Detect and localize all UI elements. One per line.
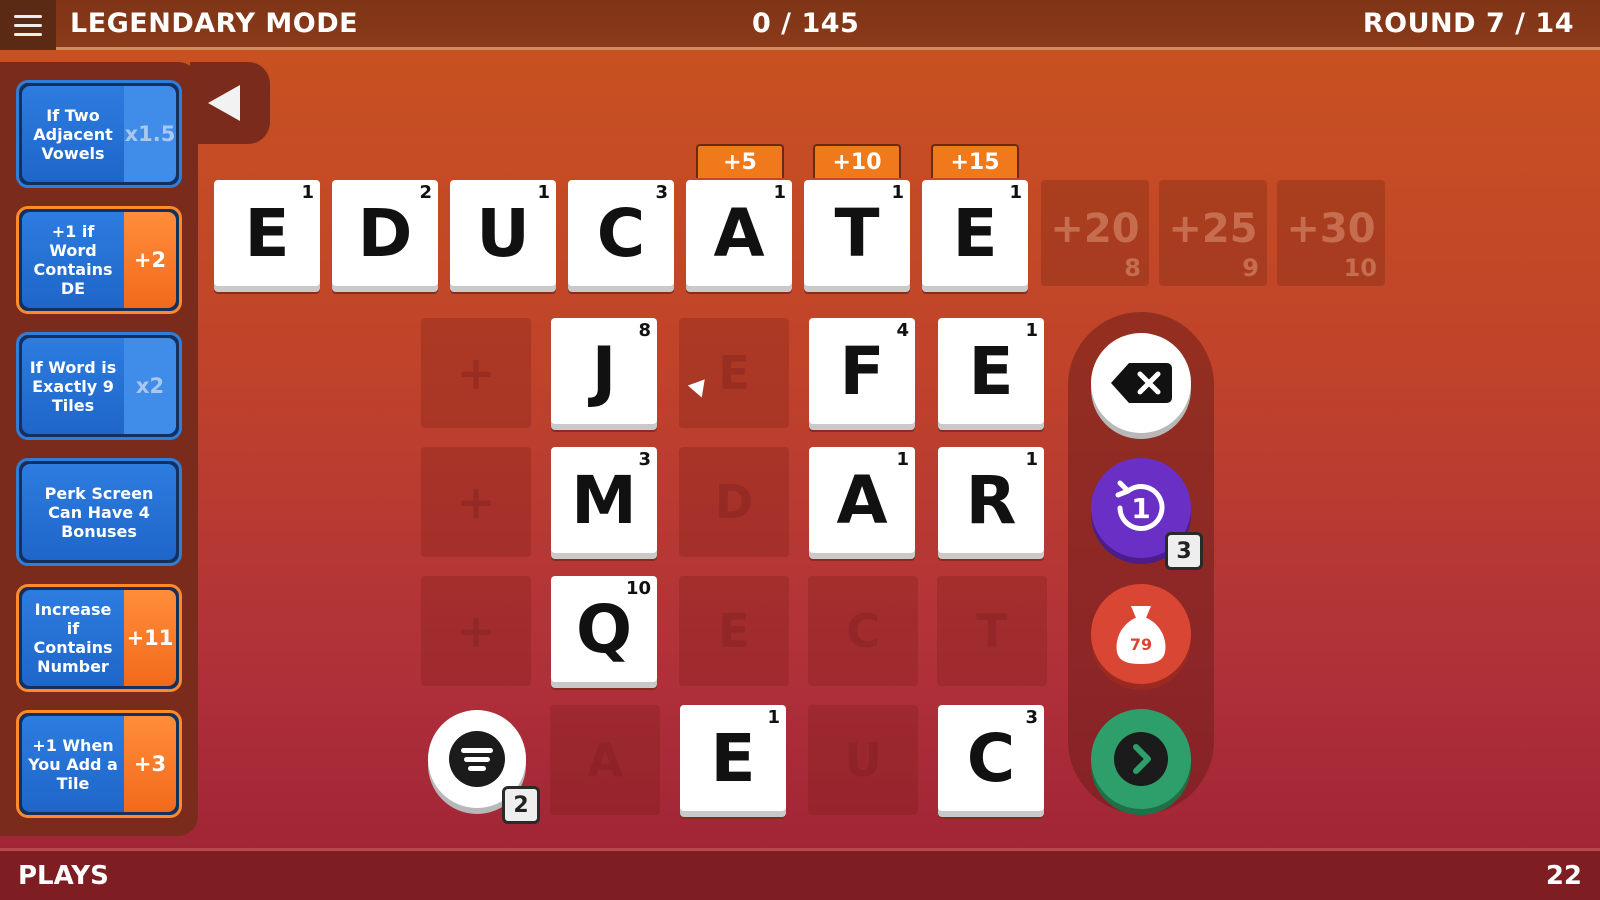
add-tile-slot[interactable]: + <box>421 318 531 428</box>
slot-bonus: +20 <box>1050 206 1140 252</box>
hand-tile[interactable]: Q 10 <box>551 576 657 682</box>
perk-card[interactable]: If Two Adjacent Vowels x1.5 <box>16 80 182 188</box>
score-display: 0 / 145 <box>752 8 860 39</box>
hamburger-line <box>14 23 42 27</box>
plays-count: 22 <box>1545 861 1582 891</box>
hand-tile[interactable]: M 3 <box>551 447 657 553</box>
perk-text: Perk Screen Can Have 4 Bonuses <box>22 464 176 560</box>
empty-word-slot: +20 8 <box>1041 180 1149 286</box>
bonus-tag: +5 <box>696 144 784 178</box>
perk-card[interactable]: +1 if Word Contains DE +2 <box>16 206 182 314</box>
hand-tile[interactable]: E 1 <box>680 705 786 811</box>
hand-tile[interactable]: J 8 <box>551 318 657 424</box>
bag-count: 79 <box>1130 635 1152 654</box>
slot-index: 9 <box>1242 254 1259 282</box>
tile-points: 1 <box>1025 449 1038 470</box>
perk-text: If Two Adjacent Vowels <box>22 86 124 182</box>
bottom-bar: PLAYS 22 <box>0 848 1600 900</box>
empty-word-slot: +30 10 <box>1277 180 1385 286</box>
sort-lines-icon <box>449 731 505 787</box>
top-bar: LEGENDARY MODE 0 / 145 ROUND 7 / 14 <box>0 0 1600 50</box>
hand-tile[interactable]: A 1 <box>809 447 915 553</box>
hamburger-line <box>14 32 42 36</box>
slot-index: 8 <box>1124 254 1141 282</box>
empty-word-slot: +25 9 <box>1159 180 1267 286</box>
plays-label: PLAYS <box>18 861 109 891</box>
used-tile-slot: E <box>679 576 789 686</box>
slot-bonus: +30 <box>1286 206 1376 252</box>
tile-points: 1 <box>891 182 904 203</box>
tile-points: 1 <box>767 707 780 728</box>
used-tile-slot: D <box>679 447 789 557</box>
hamburger-line <box>14 14 42 18</box>
perk-text: If Word is Exactly 9 Tiles <box>22 338 124 434</box>
undo-count-badge: 3 <box>1165 532 1203 570</box>
perk-card[interactable]: +1 When You Add a Tile +3 <box>16 710 182 818</box>
hand-tile[interactable]: E 1 <box>938 318 1044 424</box>
menu-button[interactable] <box>0 0 56 50</box>
perk-card[interactable]: If Word is Exactly 9 Tiles x2 <box>16 332 182 440</box>
tile-points: 3 <box>655 182 668 203</box>
tile-points: 3 <box>1025 707 1038 728</box>
tile-points: 1 <box>1025 320 1038 341</box>
word-tile[interactable]: E 1 <box>214 180 320 286</box>
tile-points: 1 <box>1009 182 1022 203</box>
perk-card[interactable]: Increase if Contains Number +11 <box>16 584 182 692</box>
bonus-tag: +15 <box>931 144 1019 178</box>
word-tile[interactable]: U 1 <box>450 180 556 286</box>
perk-value: x2 <box>124 338 176 434</box>
submit-word-button[interactable] <box>1091 709 1191 809</box>
tile-bag-button[interactable]: 79 <box>1091 584 1191 684</box>
money-bag-icon: 79 <box>1116 606 1166 664</box>
back-arrow-icon <box>208 85 240 121</box>
tile-points: 1 <box>896 449 909 470</box>
used-tile-slot: U <box>808 705 918 815</box>
word-tile[interactable]: C 3 <box>568 180 674 286</box>
add-tile-slot[interactable]: + <box>421 576 531 686</box>
hand-tile[interactable]: F 4 <box>809 318 915 424</box>
sort-count-badge: 2 <box>502 786 540 824</box>
tile-points: 10 <box>625 578 651 599</box>
perk-text: +1 if Word Contains DE <box>22 212 124 308</box>
word-tile[interactable]: A 1 <box>686 180 792 286</box>
hand-tile[interactable]: R 1 <box>938 447 1044 553</box>
tile-points: 4 <box>896 320 909 341</box>
hand-tile[interactable]: C 3 <box>938 705 1044 811</box>
bonus-tag: +10 <box>813 144 901 178</box>
undo-arrow-icon: 1 <box>1115 480 1165 531</box>
used-tile-slot: T <box>937 576 1047 686</box>
used-tile-slot: C <box>808 576 918 686</box>
chevron-right-icon <box>1114 732 1168 786</box>
tile-points: 1 <box>537 182 550 203</box>
tile-points: 1 <box>773 182 786 203</box>
word-tile[interactable]: E 1 <box>922 180 1028 286</box>
slot-index: 10 <box>1343 254 1377 282</box>
add-tile-slot[interactable]: + <box>421 447 531 557</box>
mode-title: LEGENDARY MODE <box>70 8 359 39</box>
perk-text: Increase if Contains Number <box>22 590 124 686</box>
tile-points: 2 <box>419 182 432 203</box>
used-tile-slot: A <box>550 705 660 815</box>
tile-points: 8 <box>638 320 651 341</box>
slot-bonus: +25 <box>1168 206 1258 252</box>
collapse-perks-button[interactable] <box>190 62 270 144</box>
tile-points: 3 <box>638 449 651 470</box>
word-tile[interactable]: D 2 <box>332 180 438 286</box>
perk-text: +1 When You Add a Tile <box>22 716 124 812</box>
used-tile-slot: E <box>679 318 789 428</box>
perk-value: +11 <box>124 590 176 686</box>
tile-points: 1 <box>301 182 314 203</box>
perk-value: +2 <box>124 212 176 308</box>
backspace-icon <box>1111 363 1172 403</box>
perk-value: +3 <box>124 716 176 812</box>
delete-button[interactable] <box>1091 333 1191 433</box>
perk-value: x1.5 <box>124 86 176 182</box>
round-display: ROUND 7 / 14 <box>1362 8 1574 39</box>
perk-card[interactable]: Perk Screen Can Have 4 Bonuses <box>16 458 182 566</box>
word-tile[interactable]: T 1 <box>804 180 910 286</box>
undo-value: 1 <box>1131 492 1150 525</box>
